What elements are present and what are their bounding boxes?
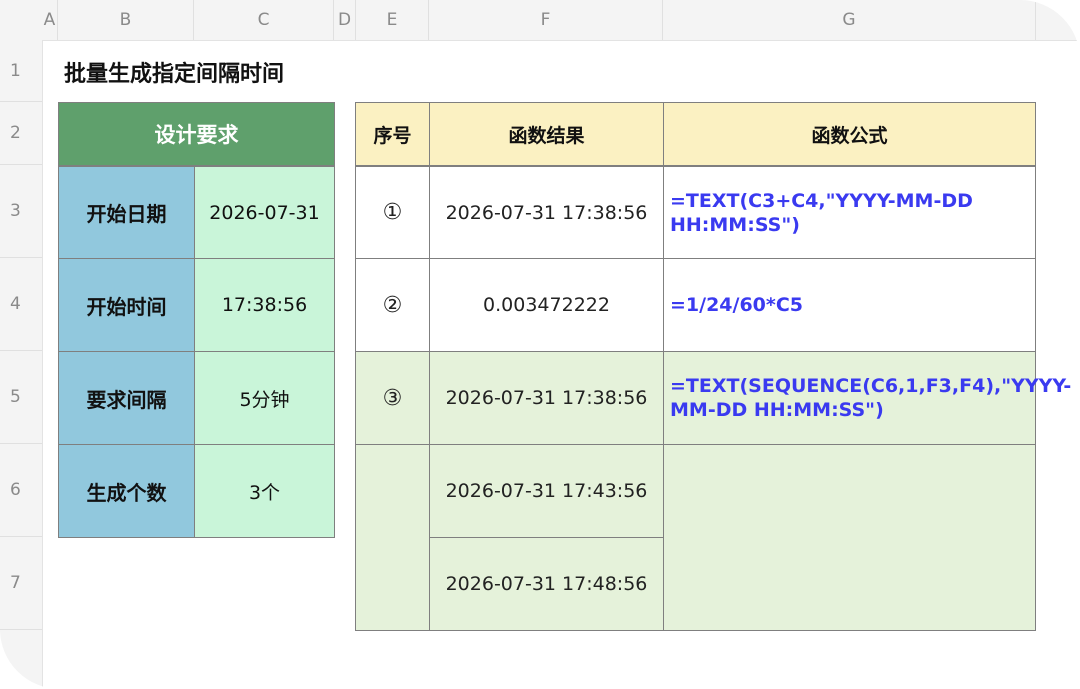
column-header-c[interactable]: C [194,0,334,40]
column-header-bar: A B C D E F G [0,0,1080,41]
requirement-label-start-date[interactable]: 开始日期 [58,166,195,259]
row-header-4[interactable]: 4 [0,258,42,351]
column-header-e[interactable]: E [356,0,429,40]
row-header-bar: 1 2 3 4 5 6 7 [0,40,43,689]
requirements-header[interactable]: 设计要求 [58,102,335,166]
requirement-label-interval[interactable]: 要求间隔 [58,351,195,445]
column-header-a[interactable]: A [42,0,58,40]
row-header-7[interactable]: 7 [0,537,42,630]
column-header-g[interactable]: G [663,0,1036,40]
row-header-2[interactable]: 2 [0,102,42,165]
spill-formula-cell[interactable] [663,444,1036,631]
result-no-3[interactable]: ③ [355,351,430,445]
results-header-formula[interactable]: 函数公式 [663,102,1036,166]
requirement-label-start-time[interactable]: 开始时间 [58,258,195,352]
requirement-value-interval[interactable]: 5分钟 [194,351,335,445]
result-formula-2[interactable]: =1/24/60*C5 [663,258,1036,352]
row-header-3[interactable]: 3 [0,165,42,258]
requirement-label-count[interactable]: 生成个数 [58,444,195,538]
row-header-5[interactable]: 5 [0,351,42,444]
spill-value-1[interactable]: 2026-07-31 17:43:56 [429,444,664,538]
result-value-3[interactable]: 2026-07-31 17:38:56 [429,351,664,445]
row-header-1[interactable]: 1 [0,40,42,102]
spreadsheet: A B C D E F G 1 2 3 4 5 6 7 批量生成指定间隔时间 设… [0,0,1080,689]
requirement-value-count[interactable]: 3个 [194,444,335,538]
result-value-2[interactable]: 0.003472222 [429,258,664,352]
column-header-f[interactable]: F [429,0,663,40]
spill-value-2[interactable]: 2026-07-31 17:48:56 [429,537,664,631]
spill-no-cell[interactable] [355,444,430,631]
results-header-result[interactable]: 函数结果 [429,102,664,166]
result-no-1[interactable]: ① [355,166,430,259]
column-header-b[interactable]: B [58,0,194,40]
sheet-title[interactable]: 批量生成指定间隔时间 [64,56,284,88]
result-formula-1[interactable]: =TEXT(C3+C4,"YYYY-MM-DD HH:MM:SS") [663,166,1036,259]
result-value-1[interactable]: 2026-07-31 17:38:56 [429,166,664,259]
requirement-value-start-time[interactable]: 17:38:56 [194,258,335,352]
requirement-value-start-date[interactable]: 2026-07-31 [194,166,335,259]
results-header-no[interactable]: 序号 [355,102,430,166]
column-header-d[interactable]: D [334,0,356,40]
result-formula-3[interactable]: =TEXT(SEQUENCE(C6,1,F3,F4),"YYYY-MM-DD H… [663,351,1071,445]
result-no-2[interactable]: ② [355,258,430,352]
row-header-6[interactable]: 6 [0,444,42,537]
